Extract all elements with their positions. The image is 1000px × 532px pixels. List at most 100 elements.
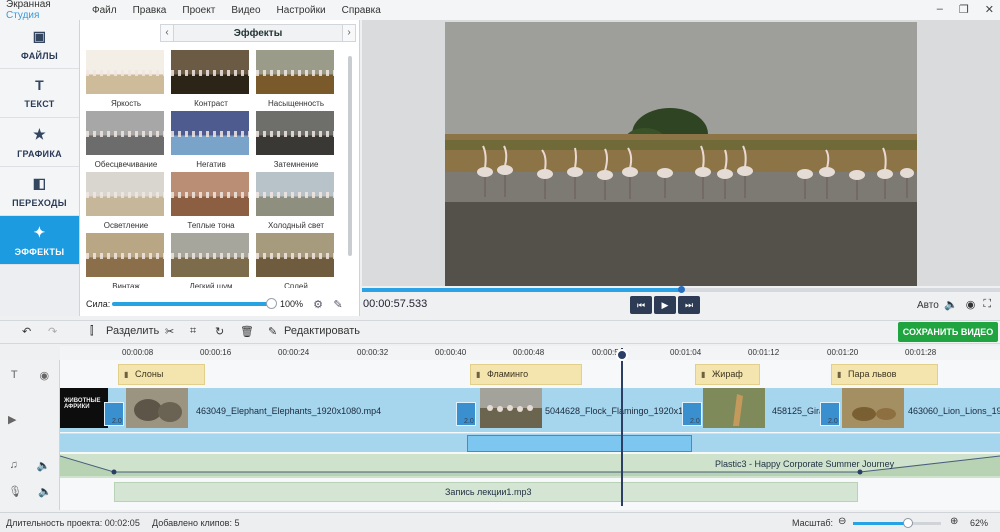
title-clip[interactable]: Пара львов [831, 364, 938, 385]
effect-thumbnail [171, 233, 249, 277]
effect-label: Теплые тона [187, 221, 235, 230]
next-category-button[interactable]: › [342, 24, 356, 42]
volume-icon[interactable]: 🔈 [944, 298, 958, 311]
selected-effect-segment[interactable] [467, 435, 692, 452]
playhead[interactable] [621, 348, 623, 506]
effect-thumbnail [86, 172, 164, 216]
rotate-icon[interactable]: ↻ [215, 325, 224, 338]
zoom-slider-handle[interactable] [902, 518, 913, 528]
effect-item[interactable]: Яркость [86, 50, 166, 108]
play-button[interactable]: ▶ [654, 296, 676, 314]
menu-file[interactable]: Файл [84, 5, 125, 16]
effect-item[interactable]: Негатив [171, 111, 251, 169]
sidebar-item-files[interactable]: ▣ ФАЙЛЫ [0, 20, 79, 69]
delete-icon[interactable]: 🗑 [240, 325, 254, 338]
skip-forward-button[interactable]: ⏭ [678, 296, 700, 314]
clip-thumbnail[interactable] [842, 388, 904, 428]
sidebar-item-text[interactable]: T ТЕКСТ [0, 69, 79, 118]
transition-duration: 2.0 [464, 418, 474, 425]
title-clip[interactable]: Фламинго [470, 364, 582, 385]
volume-icon[interactable]: 🔈 [37, 459, 51, 472]
effects-scrollbar[interactable] [348, 56, 352, 256]
menu-edit[interactable]: Правка [125, 5, 175, 16]
timeline-ruler[interactable]: 00:00:08 00:00:16 00:00:24 00:00:32 00:0… [60, 346, 1000, 360]
maximize-icon[interactable]: ❐ [959, 3, 969, 16]
app-title: Экранная Студия [0, 0, 84, 21]
effect-item[interactable]: Обесцвечивание [86, 111, 166, 169]
close-icon[interactable]: ✕ [985, 3, 994, 16]
clip-thumbnail[interactable] [480, 388, 542, 428]
voice-track[interactable]: Запись лекции1.mp3 [114, 482, 858, 502]
transition-duration: 2.0 [828, 418, 838, 425]
effect-item[interactable]: Затемнение [256, 111, 336, 169]
split-icon[interactable]: ⫿ [90, 325, 94, 338]
music-track[interactable]: Plastic3 - Happy Corporate Summer Journe… [60, 454, 1000, 478]
video-track-icon: ▶ [8, 413, 17, 426]
prev-category-button[interactable]: ‹ [160, 24, 174, 42]
effect-thumbnail [171, 111, 249, 155]
quality-auto-label[interactable]: Авто [917, 300, 939, 311]
effect-label: Осветление [103, 221, 149, 230]
zoom-label: Масштаб: [792, 518, 834, 528]
zoom-out-icon[interactable]: ⊖ [838, 516, 846, 527]
split-button[interactable]: Разделить [106, 325, 159, 337]
playback-progress-handle[interactable] [678, 286, 685, 293]
sidebar-item-graphics[interactable]: ★ ГРАФИКА [0, 118, 79, 167]
crop-icon[interactable]: ⌗ [190, 325, 196, 338]
effect-item[interactable]: Легкий шум [171, 233, 251, 288]
cut-icon[interactable]: ✂ [165, 325, 174, 338]
visibility-eye-icon[interactable]: ◉ [39, 369, 49, 382]
minimize-icon[interactable]: – [937, 3, 943, 16]
sidebar-item-label: ТЕКСТ [24, 99, 55, 109]
music-clip-label: Plastic3 - Happy Corporate Summer Journe… [715, 459, 895, 469]
redo-icon[interactable]: ↷ [48, 325, 57, 338]
transport-controls: ⏮ ▶ ⏭ [630, 296, 700, 314]
clip-thumbnail[interactable] [126, 388, 188, 428]
effect-item[interactable]: Сплей [256, 233, 336, 288]
edit-icon[interactable]: ✎ [268, 325, 277, 338]
lions-thumbnail [842, 388, 904, 428]
effect-label: Холодный свет [267, 221, 325, 230]
title-clip[interactable]: Жираф [695, 364, 760, 385]
effect-item[interactable]: Холодный свет [256, 172, 336, 230]
effect-item[interactable]: Осветление [86, 172, 166, 230]
settings-sliders-icon[interactable]: ⚙ [308, 298, 328, 311]
effect-label: Затемнение [273, 160, 319, 169]
strength-slider[interactable] [112, 298, 277, 309]
menu-settings[interactable]: Настройки [269, 5, 334, 16]
player-right-icons: 🔈 ◉ ⛶ [944, 298, 991, 311]
giraffe-thumbnail [703, 388, 765, 428]
effect-item[interactable]: Теплые тона [171, 172, 251, 230]
apply-wand-icon[interactable]: ✎ [328, 298, 348, 311]
edit-button[interactable]: Редактировать [284, 325, 360, 337]
sidebar-item-effects[interactable]: ✦ ЭФФЕКТЫ [0, 216, 79, 265]
effect-thumbnail [256, 233, 334, 277]
title-clip[interactable]: Слоны [118, 364, 205, 385]
skip-back-button[interactable]: ⏮ [630, 296, 652, 314]
effect-item[interactable]: Насыщенность [256, 50, 336, 108]
menu-help[interactable]: Справка [334, 5, 389, 16]
strength-value: 100% [280, 299, 304, 309]
flamingo-scene [445, 22, 917, 286]
volume-icon[interactable]: 🔈 [38, 485, 52, 498]
transition-duration: 2.0 [690, 418, 700, 425]
effect-item[interactable]: Винтаж [86, 233, 166, 288]
sidebar-item-transitions[interactable]: ◧ ПЕРЕХОДЫ [0, 167, 79, 216]
fullscreen-icon[interactable]: ⛶ [983, 298, 991, 311]
status-bar: Длительность проекта: 00:02:05 Добавлено… [0, 512, 1000, 532]
playback-progress-bar[interactable] [362, 286, 1000, 293]
menu-project[interactable]: Проект [174, 5, 223, 16]
effect-label: Негатив [196, 160, 226, 169]
camera-icon[interactable]: ◉ [966, 298, 976, 311]
zoom-slider[interactable] [853, 518, 941, 528]
playhead-handle[interactable] [616, 349, 628, 361]
menu-video[interactable]: Видео [223, 5, 268, 16]
undo-icon[interactable]: ↶ [22, 325, 31, 338]
clip-thumbnail[interactable] [703, 388, 765, 428]
app-title-main: Экранная [6, 0, 51, 10]
save-video-button[interactable]: СОХРАНИТЬ ВИДЕО [898, 322, 998, 342]
effect-item[interactable]: Контраст [171, 50, 251, 108]
zoom-in-icon[interactable]: ⊕ [950, 516, 958, 527]
strength-slider-handle[interactable] [266, 298, 277, 309]
intro-title-thumbnail[interactable]: ЖИВОТНЫЕ АФРИКИ [60, 388, 108, 428]
